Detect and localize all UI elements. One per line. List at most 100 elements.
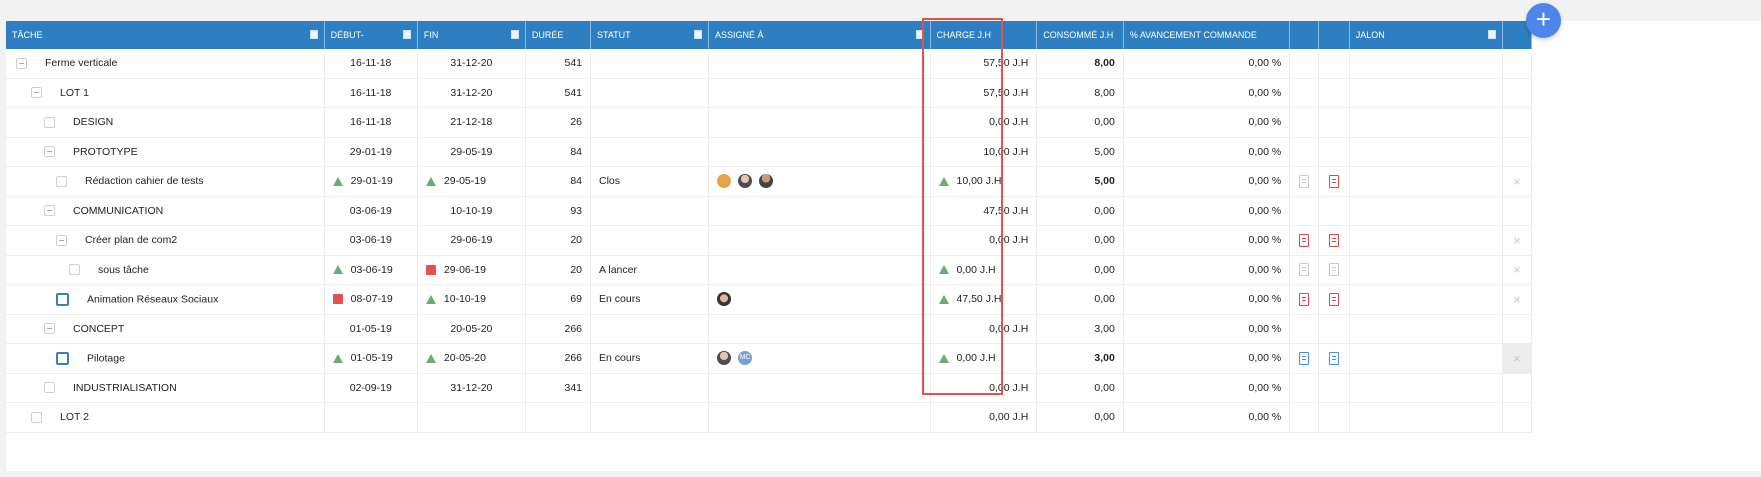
assignee-cell[interactable] (708, 107, 931, 138)
assignee-cell[interactable] (708, 373, 931, 403)
end-date-cell[interactable]: 10-10-19 (417, 196, 526, 226)
assignee-cell[interactable] (708, 284, 931, 315)
document-icon[interactable] (1329, 351, 1340, 365)
table-row[interactable]: Rédaction cahier de tests 29-01-19 29-05… (6, 166, 1533, 197)
start-date-cell[interactable]: 03-06-19 (324, 255, 418, 285)
table-row[interactable]: LOT 1 16-11-18 31-12-20 541 57,50 J.H 8,… (6, 78, 1533, 108)
row-checkbox[interactable] (56, 292, 69, 306)
assignee-cell[interactable] (708, 137, 931, 167)
task-name-cell[interactable]: CONCEPT (6, 314, 325, 344)
task-name-cell[interactable]: INDUSTRIALISATION (6, 373, 325, 403)
task-name-cell[interactable]: DESIGN (6, 107, 325, 138)
filter-icon[interactable] (402, 30, 411, 39)
start-date-cell[interactable]: 03-06-19 (324, 225, 418, 256)
delete-cell[interactable]: × (1502, 255, 1533, 285)
document-cell[interactable] (1318, 284, 1350, 315)
assignee-cell[interactable]: MC (708, 343, 931, 374)
document-icon[interactable] (1329, 233, 1340, 247)
delete-cell[interactable]: × (1502, 284, 1533, 315)
table-row[interactable]: COMMUNICATION 03-06-19 10-10-19 93 47,50… (6, 196, 1533, 226)
column-header-avancement[interactable]: % AVANCEMENT COMMANDE (1123, 21, 1291, 49)
task-name-cell[interactable]: LOT 2 (6, 402, 325, 433)
clipboard-icon[interactable] (1299, 174, 1310, 188)
row-checkbox[interactable] (56, 175, 67, 187)
task-name-cell[interactable]: COMMUNICATION (6, 196, 325, 226)
end-date-cell[interactable]: 29-05-19 (417, 137, 526, 167)
row-checkbox[interactable] (44, 382, 55, 394)
assignee-cell[interactable] (708, 402, 931, 433)
avatar-initials[interactable]: MC (738, 351, 753, 366)
column-header-consomme[interactable]: CONSOMMÉ J.H (1036, 21, 1124, 49)
table-row[interactable]: Animation Réseaux Sociaux 08-07-19 10-10… (6, 284, 1533, 315)
close-icon[interactable]: × (1513, 262, 1521, 277)
table-row[interactable]: INDUSTRIALISATION 02-09-19 31-12-20 341 … (6, 373, 1533, 403)
table-row[interactable]: Pilotage 01-05-19 20-05-20 266 En cours … (6, 343, 1533, 374)
close-icon[interactable]: × (1513, 233, 1521, 248)
end-date-cell[interactable]: 29-06-19 (417, 255, 526, 285)
avatar[interactable] (759, 174, 774, 189)
start-date-cell[interactable]: 01-05-19 (324, 314, 418, 344)
start-date-cell[interactable] (324, 402, 418, 433)
table-row[interactable]: DESIGN 16-11-18 21-12-18 26 0,00 J.H 0,0… (6, 107, 1533, 138)
task-name-cell[interactable]: Créer plan de com2 (6, 225, 325, 256)
filter-icon[interactable] (309, 30, 318, 39)
document-cell[interactable] (1318, 166, 1350, 197)
table-row[interactable]: PROTOTYPE 29-01-19 29-05-19 84 10,00 J.H… (6, 137, 1533, 167)
avatar[interactable] (738, 174, 753, 189)
task-name-cell[interactable]: sous tâche (6, 255, 325, 285)
end-date-cell[interactable]: 29-05-19 (417, 166, 526, 197)
status-cell[interactable]: Clos (590, 166, 710, 197)
collapse-toggle[interactable] (44, 205, 55, 217)
filter-icon[interactable] (1487, 30, 1496, 39)
delete-cell[interactable]: × (1502, 166, 1533, 197)
task-name-cell[interactable]: Rédaction cahier de tests (6, 166, 325, 197)
start-date-cell[interactable]: 29-01-19 (324, 137, 418, 167)
collapse-toggle[interactable] (44, 146, 55, 158)
document-cell[interactable] (1318, 343, 1350, 374)
table-row[interactable]: Ferme verticale 16-11-18 31-12-20 541 57… (6, 49, 1533, 79)
collapse-toggle[interactable] (44, 323, 55, 335)
collapse-toggle[interactable] (31, 87, 42, 99)
document-cell[interactable] (1318, 255, 1350, 285)
end-date-cell[interactable]: 21-12-18 (417, 107, 526, 138)
end-date-cell[interactable]: 10-10-19 (417, 284, 526, 315)
clipboard-icon[interactable] (1299, 351, 1310, 365)
document-icon[interactable] (1329, 263, 1340, 277)
task-name-cell[interactable]: Animation Réseaux Sociaux (6, 284, 325, 315)
table-row[interactable]: Créer plan de com2 03-06-19 29-06-19 20 … (6, 225, 1533, 256)
task-name-cell[interactable]: LOT 1 (6, 78, 325, 108)
column-header-fin[interactable]: FIN (417, 21, 526, 49)
column-header-assigne[interactable]: ASSIGNÉ À (708, 21, 931, 49)
clipboard-cell[interactable] (1289, 284, 1320, 315)
assignee-cell[interactable] (708, 78, 931, 108)
close-icon[interactable]: × (1513, 174, 1521, 189)
column-header-debut[interactable]: DÉBUT- (324, 21, 418, 49)
avatar[interactable] (717, 174, 732, 189)
start-date-cell[interactable]: 08-07-19 (324, 284, 418, 315)
end-date-cell[interactable]: 31-12-20 (417, 49, 526, 79)
row-checkbox[interactable] (56, 351, 69, 365)
start-date-cell[interactable]: 29-01-19 (324, 166, 418, 197)
row-checkbox[interactable] (31, 411, 42, 423)
clipboard-cell[interactable] (1289, 343, 1320, 374)
document-cell[interactable] (1318, 225, 1350, 256)
filter-icon[interactable] (915, 30, 924, 39)
clipboard-cell[interactable] (1289, 225, 1320, 256)
delete-cell[interactable]: × (1502, 343, 1533, 374)
task-name-cell[interactable]: Pilotage (6, 343, 325, 374)
collapse-toggle[interactable] (16, 57, 27, 69)
document-icon[interactable] (1329, 292, 1340, 306)
status-cell[interactable]: En cours (590, 284, 710, 315)
row-checkbox[interactable] (69, 264, 80, 276)
end-date-cell[interactable]: 29-06-19 (417, 225, 526, 256)
close-icon[interactable]: × (1513, 292, 1521, 307)
assignee-cell[interactable] (708, 314, 931, 344)
end-date-cell[interactable]: 31-12-20 (417, 78, 526, 108)
column-header-jalon[interactable]: JALON (1349, 21, 1503, 49)
filter-icon[interactable] (510, 30, 519, 39)
assignee-cell[interactable] (708, 49, 931, 79)
clipboard-icon[interactable] (1299, 233, 1310, 247)
start-date-cell[interactable]: 03-06-19 (324, 196, 418, 226)
end-date-cell[interactable]: 20-05-20 (417, 343, 526, 374)
close-icon[interactable]: × (1513, 351, 1521, 366)
